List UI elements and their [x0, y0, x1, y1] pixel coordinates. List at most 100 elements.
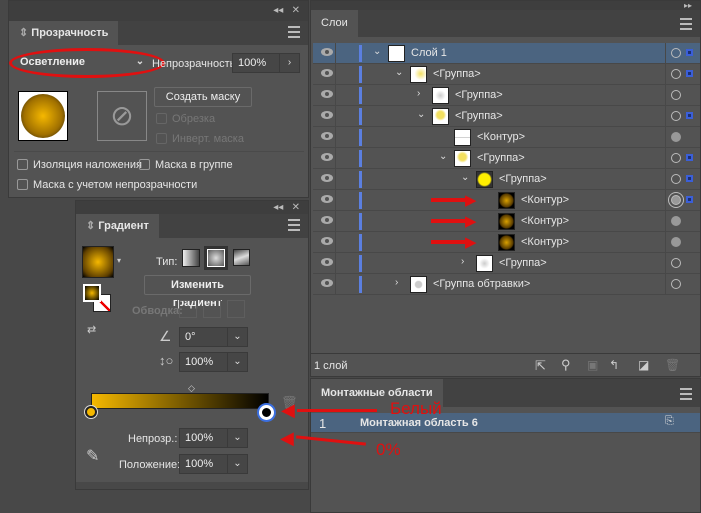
invert-mask-checkbox[interactable] [156, 133, 167, 144]
resize-grip[interactable] [76, 482, 308, 489]
lock-column[interactable] [335, 232, 336, 252]
knockout-group-checkbox[interactable] [139, 159, 150, 170]
selection-indicator[interactable] [686, 154, 693, 161]
visibility-eye-icon[interactable] [321, 174, 333, 182]
target-circle-icon[interactable] [671, 48, 681, 58]
opacity-input[interactable]: 100% › [232, 53, 300, 73]
color-stop-start[interactable] [85, 406, 97, 418]
panel-menu-icon[interactable] [680, 388, 692, 400]
gradient-swatch[interactable] [82, 246, 114, 278]
target-circle-icon[interactable] [671, 195, 681, 205]
artboard-options-icon[interactable]: ⎘ [665, 415, 674, 428]
target-circle-icon[interactable] [671, 237, 681, 247]
target-circle-icon[interactable] [671, 279, 681, 289]
visibility-eye-icon[interactable] [321, 237, 333, 245]
chevron-down-icon[interactable]: ⌄ [227, 455, 247, 473]
export-icon[interactable]: ⇱ [535, 358, 546, 374]
aspect-ratio-input[interactable]: 100% ⌄ [179, 352, 248, 372]
visibility-eye-icon[interactable] [321, 258, 333, 266]
lock-column[interactable] [335, 211, 336, 231]
chevron-right-icon[interactable]: › [417, 88, 420, 99]
layer-row[interactable]: › <Группа> [313, 85, 700, 106]
search-icon[interactable]: ⚲ [561, 357, 571, 373]
angle-input[interactable]: 0° ⌄ [179, 327, 248, 347]
new-layer-icon[interactable]: ◪ [638, 358, 649, 372]
chevron-right-icon[interactable]: › [395, 277, 398, 288]
chevron-down-icon[interactable]: ⌄ [461, 172, 469, 183]
selection-indicator[interactable] [686, 175, 693, 182]
freeform-type-button[interactable] [233, 249, 250, 266]
linear-type-button[interactable] [182, 249, 200, 267]
gradient-slider[interactable] [91, 393, 269, 409]
clip-checkbox[interactable] [156, 113, 167, 124]
lock-column[interactable] [335, 85, 336, 105]
chevron-right-icon[interactable]: › [461, 256, 464, 267]
selection-indicator[interactable] [686, 70, 693, 77]
eyedropper-icon[interactable]: ✎ [86, 446, 99, 466]
visibility-eye-icon[interactable] [321, 195, 333, 203]
target-circle-icon[interactable] [671, 69, 681, 79]
visibility-eye-icon[interactable] [321, 153, 333, 161]
target-circle-icon[interactable] [671, 216, 681, 226]
chevron-right-icon[interactable]: › [279, 54, 299, 72]
edit-gradient-button[interactable]: Изменить градиент [144, 275, 251, 309]
visibility-eye-icon[interactable] [321, 111, 333, 119]
visibility-eye-icon[interactable] [321, 90, 333, 98]
lock-column[interactable] [335, 190, 336, 210]
lock-column[interactable] [335, 253, 336, 273]
swatch-dropdown-icon[interactable]: ▾ [117, 256, 121, 265]
target-circle-icon[interactable] [671, 111, 681, 121]
chevron-down-icon[interactable]: ⌄ [227, 429, 247, 447]
visibility-eye-icon[interactable] [321, 48, 333, 56]
layer-row[interactable]: ⌄ <Группа> [313, 169, 700, 190]
panel-menu-icon[interactable] [680, 18, 692, 30]
visibility-eye-icon[interactable] [321, 69, 333, 77]
layer-row[interactable]: <Контур> ▶ [313, 232, 700, 253]
selection-indicator[interactable] [686, 112, 693, 119]
location-input[interactable]: 100% ⌄ [179, 454, 248, 474]
visibility-eye-icon[interactable] [321, 132, 333, 140]
lock-column[interactable] [335, 148, 336, 168]
fill-swatch[interactable] [83, 284, 101, 302]
visibility-eye-icon[interactable] [321, 279, 333, 287]
layer-row[interactable]: <Контур> ▶ [313, 211, 700, 232]
lock-column[interactable] [335, 43, 336, 63]
artboard-row[interactable]: 1 Монтажная область 6 ⎘ [311, 413, 700, 433]
layer-row[interactable]: › <Группа обтравки> [313, 274, 700, 295]
lock-column[interactable] [335, 106, 336, 126]
panel-menu-icon[interactable] [288, 26, 300, 38]
layer-row[interactable]: <Контур> [313, 127, 700, 148]
layer-row[interactable]: ⌄ <Группа> [313, 64, 700, 85]
stop-opacity-input[interactable]: 100% ⌄ [179, 428, 248, 448]
chevron-down-icon[interactable]: ⌄ [373, 46, 381, 57]
tab-layers[interactable]: Слои [311, 10, 358, 37]
selection-indicator[interactable] [686, 196, 693, 203]
layer-row[interactable]: ⌄ <Группа> [313, 148, 700, 169]
target-circle-icon[interactable] [671, 90, 681, 100]
chevron-down-icon[interactable]: ⌄ [395, 67, 403, 78]
panel-menu-icon[interactable] [288, 219, 300, 231]
layer-row[interactable]: ⌄ Слой 1 [313, 43, 700, 64]
chevron-down-icon[interactable]: ⌄ [439, 151, 447, 162]
target-circle-icon[interactable] [671, 174, 681, 184]
tab-transparency[interactable]: ⇕ Прозрачность [9, 21, 119, 45]
lock-column[interactable] [335, 169, 336, 189]
make-mask-button[interactable]: Создать маску [154, 87, 252, 107]
layer-row[interactable]: <Контур> ▶ [313, 190, 700, 211]
lock-column[interactable] [335, 64, 336, 84]
color-stop-end[interactable] [259, 405, 274, 420]
layer-row[interactable]: ⌄ <Группа> [313, 106, 700, 127]
layer-row[interactable]: › <Группа> [313, 253, 700, 274]
opacity-mask-checkbox[interactable] [17, 179, 28, 190]
object-thumbnail[interactable] [18, 91, 68, 141]
visibility-eye-icon[interactable] [321, 216, 333, 224]
chevron-down-icon[interactable]: ⌄ [417, 109, 425, 120]
new-sublayer-icon[interactable]: ↰ [609, 358, 619, 372]
selection-indicator[interactable] [686, 49, 693, 56]
chevron-down-icon[interactable]: ⌄ [227, 328, 247, 346]
chevron-down-icon[interactable]: ⌄ [227, 353, 247, 371]
swap-icon[interactable]: ⇄ [87, 323, 96, 336]
target-circle-icon[interactable] [671, 258, 681, 268]
target-circle-icon[interactable] [671, 132, 681, 142]
lock-column[interactable] [335, 127, 336, 147]
